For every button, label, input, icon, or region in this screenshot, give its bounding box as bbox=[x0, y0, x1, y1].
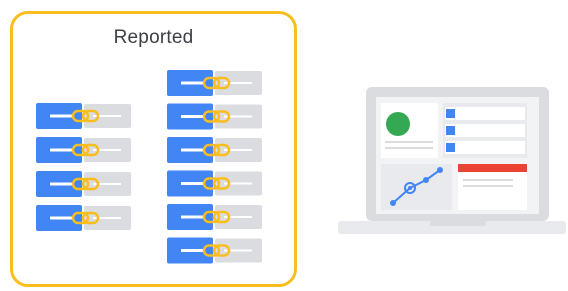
alert-line-2 bbox=[463, 185, 513, 187]
diagram-svg bbox=[36, 70, 566, 264]
linked-record-pair-right-4 bbox=[167, 170, 262, 197]
chart-point-1 bbox=[390, 200, 396, 206]
source-record-line bbox=[181, 148, 203, 152]
source-record-line bbox=[181, 115, 203, 118]
laptop-dashboard-icon bbox=[338, 87, 566, 234]
source-record-line bbox=[181, 249, 203, 252]
chart-point-4 bbox=[437, 167, 443, 173]
linked-record-pair-left-2 bbox=[36, 137, 131, 163]
profile-line-1 bbox=[385, 141, 433, 143]
alert-line-1 bbox=[463, 179, 513, 181]
linked-record-pair-left-4 bbox=[36, 205, 131, 231]
list-row-2 bbox=[445, 124, 525, 137]
source-record-line bbox=[50, 148, 72, 152]
linked-record-pair-left-3 bbox=[36, 171, 131, 197]
diagram-canvas: Reported bbox=[0, 0, 568, 291]
source-record-line bbox=[181, 81, 203, 85]
linked-record-pair-right-5 bbox=[167, 204, 262, 230]
linked-records bbox=[36, 70, 262, 264]
linked-record-pair-right-6 bbox=[167, 237, 262, 264]
profile-avatar bbox=[386, 112, 410, 136]
list-row-3 bbox=[445, 141, 525, 154]
list-row-1 bbox=[445, 107, 525, 120]
source-record-line bbox=[181, 215, 203, 219]
chart-point-3 bbox=[423, 177, 429, 183]
linked-record-pair-right-2 bbox=[167, 103, 262, 130]
alert-header bbox=[458, 164, 527, 172]
laptop-notch bbox=[430, 221, 486, 226]
chart-point-2-core bbox=[408, 186, 412, 190]
source-record-line bbox=[50, 216, 72, 220]
linked-record-pair-left-1 bbox=[36, 103, 131, 129]
linked-record-pair-right-3 bbox=[167, 137, 262, 163]
source-record-line bbox=[50, 182, 72, 186]
linked-record-pair-right-1 bbox=[167, 70, 262, 96]
source-record-line bbox=[181, 182, 203, 185]
source-record-line bbox=[50, 114, 72, 118]
profile-line-2 bbox=[385, 147, 433, 149]
